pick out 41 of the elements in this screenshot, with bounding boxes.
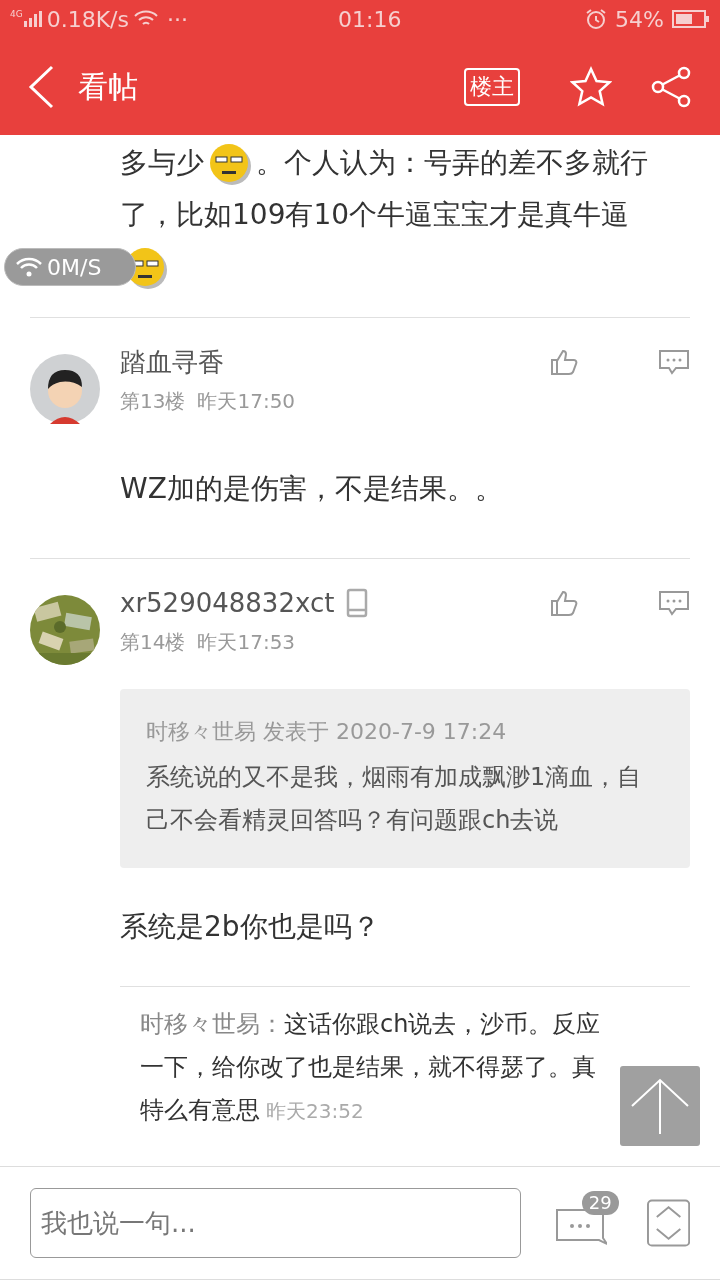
more-indicator: ··· (167, 5, 188, 34)
battery-percent: 54% (615, 5, 664, 34)
back-button[interactable] (28, 64, 54, 109)
username[interactable]: 踏血寻香 (120, 344, 224, 380)
clock: 01:16 (338, 5, 402, 34)
username[interactable]: xr529048832xct (120, 585, 335, 621)
network-speed: 0.18K/s (46, 5, 129, 34)
back-icon (28, 64, 54, 109)
avatar (30, 354, 100, 424)
emoji-icon (208, 142, 252, 186)
thumbs-up-icon[interactable] (550, 348, 578, 376)
quote-header: 时移々世易 发表于 2020-7-9 17:24 (146, 718, 508, 746)
alarm-icon (585, 8, 608, 30)
comments-icon[interactable] (554, 1208, 607, 1248)
speed-text: 0M/S (47, 253, 102, 282)
comment-count-badge: 29 (581, 1191, 619, 1215)
comment-text: WZ加的是伤害，不是结果。。 (120, 471, 504, 507)
floor-number: 第13楼 (120, 388, 186, 415)
battery-icon (672, 9, 710, 29)
reply-text: 时移々世易：这话你跟ch说去，沙币。反应一下，给你改了也是结果，就不得瑟了。真特么有意思 昨天23:52 (140, 1009, 602, 1126)
wifi-icon (15, 256, 43, 278)
phone-icon (346, 588, 369, 618)
post-time: 昨天17:50 (197, 388, 296, 415)
page-title: 看帖 (78, 68, 138, 106)
share-icon[interactable] (650, 65, 692, 108)
comment-text: 系统是2b你也是吗？ (120, 909, 381, 945)
quote-text: 系统说的又不是我，烟雨有加成飘渺1滴血，自己不会看精灵回答吗？有问题跟ch去说 (146, 762, 643, 836)
comment-input[interactable]: 我也说一句... (30, 1188, 521, 1258)
up-arrow-icon (630, 1078, 690, 1134)
comment-icon[interactable] (658, 349, 690, 375)
post-time: 昨天17:53 (197, 629, 296, 656)
post-text: 多与少 。个人认为：号弄的差不多就行了，比如109有10个牛逼宝宝才是真牛逼 (120, 137, 676, 293)
comment-icon[interactable] (658, 590, 690, 616)
scroll-icon[interactable] (646, 1199, 690, 1247)
star-icon[interactable] (570, 65, 612, 108)
thumbs-up-icon[interactable] (550, 589, 578, 617)
scroll-to-top-button[interactable] (620, 1066, 700, 1146)
floor-number: 第14楼 (120, 629, 186, 656)
signal-icon (22, 11, 43, 27)
network-type: 4G (10, 10, 23, 19)
owner-only-button[interactable]: 楼主 (464, 67, 520, 106)
